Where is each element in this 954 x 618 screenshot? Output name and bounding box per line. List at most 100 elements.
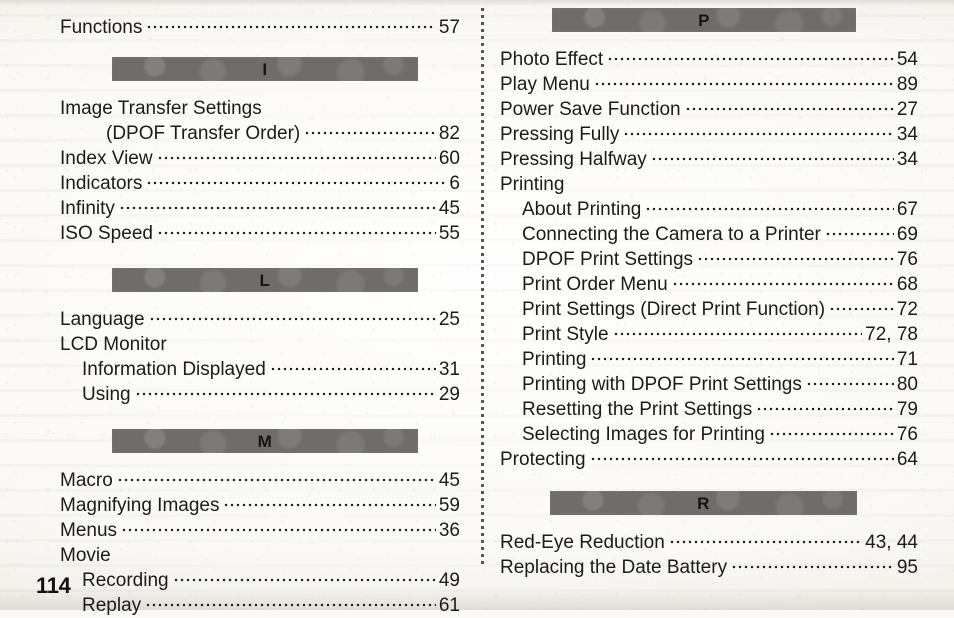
dot-leader xyxy=(269,353,436,372)
index-entry-page: 6 xyxy=(449,173,460,194)
section-letter: P xyxy=(698,10,710,30)
index-entry-page: 34 xyxy=(896,124,918,145)
section-header-r: R xyxy=(550,491,857,515)
index-entry-page: 45 xyxy=(438,198,460,219)
dot-leader xyxy=(645,193,894,212)
dot-leader xyxy=(171,328,457,347)
dot-leader xyxy=(146,167,447,186)
index-entry-label: Replacing the Date Battery xyxy=(500,557,728,578)
index-entry-label: Red-Eye Reduction xyxy=(500,532,665,553)
index-entry-page: 79 xyxy=(896,399,918,420)
dot-leader xyxy=(156,217,436,236)
index-entry: Protecting 64 xyxy=(500,443,918,471)
index-entry-group: Macro 45 Magnifying Images 59 Menus 36 Movie Re… xyxy=(60,464,460,617)
dot-leader xyxy=(568,168,915,187)
index-entry-page: 55 xyxy=(438,223,460,244)
dot-leader xyxy=(731,551,894,570)
index-entry: Replay 61 xyxy=(60,589,460,617)
dot-leader xyxy=(134,378,436,397)
dot-leader xyxy=(121,514,436,533)
dot-leader xyxy=(156,142,436,161)
index-entry-label: Protecting xyxy=(500,449,586,470)
index-entry-label: Macro xyxy=(60,470,113,491)
index-entry-page: 49 xyxy=(438,570,460,591)
index-entry-group: Photo Effect 54 Play Menu 89 Power Save Func… xyxy=(500,43,918,471)
index-entry-label: LCD Monitor xyxy=(60,334,167,355)
index-entry: Functions 57 xyxy=(60,11,460,39)
index-entry: Replacing the Date Battery 95 xyxy=(500,551,918,579)
index-entry-label: Replay xyxy=(82,595,142,616)
index-entry-page: 27 xyxy=(896,99,918,120)
index-entry-page: 31 xyxy=(438,359,460,380)
index-entry-label: Pressing Fully xyxy=(500,124,620,145)
index-entry-page: 61 xyxy=(438,595,460,616)
dot-leader xyxy=(612,318,863,337)
index-entry-label: ISO Speed xyxy=(60,223,153,244)
index-entry-page: 45 xyxy=(438,470,460,491)
dot-leader xyxy=(148,303,436,322)
index-entry-page: 64 xyxy=(896,449,918,470)
section-letter: M xyxy=(257,431,273,451)
index-entry-label: Using xyxy=(82,384,131,405)
page-number: 114 xyxy=(36,573,71,598)
section-letter: R xyxy=(697,493,710,513)
index-entry-label: Printing xyxy=(500,174,565,195)
index-entry-page: 68 xyxy=(896,274,918,295)
column-divider xyxy=(481,8,484,566)
index-entry-page: 29 xyxy=(438,384,460,405)
index-entry-label: Resetting the Print Settings xyxy=(522,399,753,420)
section-header-l: L xyxy=(112,268,418,292)
index-column-left: Functions 57 I Image Transfer Settings (DPOF… xyxy=(60,0,460,617)
dot-leader xyxy=(145,589,436,608)
index-entry-label: DPOF Print Settings xyxy=(522,249,694,270)
index-entry-page: 89 xyxy=(896,74,918,95)
index-entry-label: Functions xyxy=(60,17,143,38)
dot-leader xyxy=(223,489,436,508)
dot-leader xyxy=(684,93,894,112)
section-letter: I xyxy=(262,59,268,79)
index-entry-page: 76 xyxy=(896,249,918,270)
index-entry-page: 54 xyxy=(896,49,918,70)
index-entry-label: Image Transfer Settings xyxy=(60,98,262,119)
dot-leader xyxy=(118,192,436,211)
index-entry-group: Functions 57 xyxy=(60,11,460,39)
index-entry-label: Menus xyxy=(60,520,118,541)
dot-leader xyxy=(607,43,894,62)
dot-leader xyxy=(824,218,894,237)
index-entry-page: 82 xyxy=(438,123,460,144)
index-entry-group: Red-Eye Reduction 43, 44 Replacing the Dat… xyxy=(500,526,918,579)
index-page: Functions 57 I Image Transfer Settings (DPOF… xyxy=(0,0,954,616)
index-entry-page: 57 xyxy=(438,17,460,38)
dot-leader xyxy=(768,418,894,437)
index-entry-label: Play Menu xyxy=(500,74,590,95)
dot-leader xyxy=(593,68,894,87)
index-column-right: P Photo Effect 54 Play Menu 89 Power Save Fun… xyxy=(500,0,918,579)
dot-leader xyxy=(146,11,436,30)
dot-leader xyxy=(756,393,894,412)
dot-leader xyxy=(668,526,863,545)
index-entry-group: Image Transfer Settings (DPOF Transfer Or… xyxy=(60,95,460,245)
dot-leader xyxy=(805,368,894,387)
index-entry-group: Language 25 LCD Monitor Information Display… xyxy=(60,303,460,406)
dot-leader xyxy=(829,293,894,312)
dot-leader xyxy=(115,539,457,558)
index-entry-label: Language xyxy=(60,309,145,330)
index-entry-page: 69 xyxy=(896,224,918,245)
index-entry-label: About Printing xyxy=(522,199,642,220)
index-entry-page: 80 xyxy=(896,374,918,395)
dot-leader xyxy=(671,268,894,287)
section-letter: L xyxy=(259,270,271,290)
section-header-i: I xyxy=(112,57,418,81)
dot-leader xyxy=(697,243,894,262)
section-header-m: M xyxy=(112,429,418,453)
dot-leader xyxy=(623,118,894,137)
index-entry-label: Print Order Menu xyxy=(522,274,668,295)
dot-leader xyxy=(172,564,436,583)
dot-leader xyxy=(589,443,894,462)
index-entry-page: 72 xyxy=(896,299,918,320)
index-entry-page: 59 xyxy=(438,495,460,516)
dot-leader xyxy=(116,464,436,483)
index-entry-page: 67 xyxy=(896,199,918,220)
index-entry-label: Infinity xyxy=(60,198,115,219)
dot-leader xyxy=(304,117,436,136)
